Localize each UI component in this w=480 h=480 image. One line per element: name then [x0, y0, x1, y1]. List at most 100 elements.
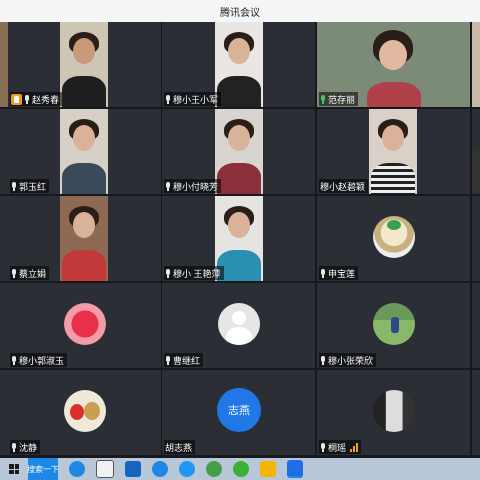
mic-icon	[320, 268, 326, 278]
participant-name: 胡志燕	[165, 442, 193, 453]
participant-label: 沈静	[10, 440, 41, 454]
right-edge-tile	[472, 370, 480, 455]
store-icon[interactable]	[96, 460, 114, 478]
participant-name: 沈静	[19, 442, 38, 453]
participant-name: 穆小赵碧颖	[320, 181, 366, 192]
participant-tile-12[interactable]: 穆小张荣欣	[317, 283, 470, 368]
window-titlebar: 腾讯会议	[0, 0, 480, 22]
participant-label: 穆小郭淑玉	[10, 353, 68, 367]
mic-icon	[165, 355, 171, 365]
participant-name: 申宝莲	[328, 268, 356, 279]
right-edge-tile	[472, 109, 480, 194]
participant-label: 蔡立娟	[10, 266, 50, 280]
mic-icon	[165, 181, 171, 191]
mic-icon	[320, 355, 326, 365]
participant-video	[60, 109, 108, 194]
mic-icon	[11, 355, 17, 365]
participant-name: 穆小 王艳萍	[173, 268, 221, 279]
participant-avatar	[64, 303, 106, 345]
participant-label: 穆小 王艳萍	[164, 266, 224, 280]
participant-tile-4[interactable]: 郭玉红	[8, 109, 161, 194]
cortana-icon[interactable]	[69, 461, 85, 477]
windows-logo-icon	[9, 464, 19, 474]
participant-tile-13[interactable]: 沈静	[8, 370, 161, 455]
left-edge-tile	[0, 196, 8, 281]
participant-label: 赵秀春	[10, 92, 63, 106]
participant-label: 穆小张荣欣	[319, 353, 377, 367]
participant-avatar: 志燕	[217, 388, 261, 432]
right-edge-tile	[472, 196, 480, 281]
mic-icon	[24, 94, 30, 104]
participant-name: 范存丽	[328, 94, 356, 105]
participant-video	[60, 196, 108, 281]
right-edge-tile	[472, 283, 480, 368]
participant-tile-14[interactable]: 志燕 胡志燕	[162, 370, 315, 455]
participant-name: 穆小郭淑玉	[19, 355, 65, 366]
participant-name: 穆小王小军	[173, 94, 219, 105]
participant-tile-6[interactable]: 穆小赵碧颖	[317, 109, 470, 194]
participant-tile-9[interactable]: 申宝莲	[317, 196, 470, 281]
participant-label: 穆小王小军	[164, 92, 222, 106]
participant-name: 桐瑶	[328, 442, 347, 453]
window-title: 腾讯会议	[220, 7, 260, 19]
tencent-meeting-icon[interactable]	[287, 460, 303, 478]
mic-icon	[11, 181, 17, 191]
participant-video	[369, 109, 417, 194]
mic-icon	[11, 268, 17, 278]
left-edge-tile	[0, 370, 8, 455]
windows-taskbar: 搜索一下	[0, 458, 480, 480]
search-label: 搜索一下	[27, 464, 59, 474]
participant-name: 郭玉红	[19, 181, 47, 192]
left-edge-tile	[0, 283, 8, 368]
search-button[interactable]: 搜索一下	[27, 458, 59, 480]
participant-avatar	[373, 303, 415, 345]
participant-label: 胡志燕	[164, 440, 196, 454]
participant-tile-2[interactable]: 穆小王小军	[162, 22, 315, 107]
signal-icon	[350, 442, 359, 452]
start-button[interactable]	[0, 458, 28, 480]
participant-tile-10[interactable]: 穆小郭淑玉	[8, 283, 161, 368]
participant-tile-11[interactable]: 曹继红	[162, 283, 315, 368]
default-avatar-icon	[218, 303, 260, 345]
participant-avatar	[373, 216, 415, 258]
mic-icon	[165, 268, 171, 278]
participant-avatar	[64, 390, 106, 432]
mic-icon	[165, 94, 171, 104]
participant-label: 曹继红	[164, 353, 204, 367]
participant-video	[60, 22, 108, 107]
participant-name: 赵秀春	[32, 94, 60, 105]
browser-icon[interactable]	[179, 461, 195, 477]
host-icon	[11, 93, 22, 105]
left-edge-tile	[0, 109, 8, 194]
mic-icon	[320, 442, 326, 452]
participant-name: 穆小张荣欣	[328, 355, 374, 366]
mic-speaking-icon	[320, 94, 326, 104]
participant-tile-1[interactable]: 赵秀春	[8, 22, 161, 107]
wechat-icon[interactable]	[233, 461, 249, 477]
participant-tile-5[interactable]: 穆小付晓芳	[162, 109, 315, 194]
mic-icon	[11, 442, 17, 452]
participant-name: 曹继红	[173, 355, 201, 366]
participant-label: 穆小赵碧颖	[319, 179, 369, 193]
mail-icon[interactable]	[125, 461, 141, 477]
participant-label: 郭玉红	[10, 179, 50, 193]
participant-video	[215, 109, 263, 194]
left-edge-tile	[0, 22, 8, 107]
edge-icon[interactable]	[152, 461, 168, 477]
participant-tile-3[interactable]: 范存丽	[317, 22, 470, 107]
participant-tile-7[interactable]: 蔡立娟	[8, 196, 161, 281]
participant-name: 蔡立娟	[19, 268, 47, 279]
participant-label: 范存丽	[319, 92, 359, 106]
participant-label: 穆小付晓芳	[164, 179, 222, 193]
right-edge-tile	[472, 22, 480, 107]
participant-avatar	[373, 390, 415, 432]
participant-video	[215, 22, 263, 107]
participant-name: 穆小付晓芳	[173, 181, 219, 192]
participant-tile-8[interactable]: 穆小 王艳萍	[162, 196, 315, 281]
video-grid: 赵秀春 穆小王小军 范存丽 郭玉红 穆小付晓芳 穆小赵碧颖 蔡立娟 穆小 王艳萍…	[0, 22, 480, 458]
360-icon[interactable]	[206, 461, 222, 477]
participant-tile-15[interactable]: 桐瑶	[317, 370, 470, 455]
participant-label: 桐瑶	[319, 440, 362, 454]
explorer-icon[interactable]	[260, 461, 276, 477]
participant-label: 申宝莲	[319, 266, 359, 280]
